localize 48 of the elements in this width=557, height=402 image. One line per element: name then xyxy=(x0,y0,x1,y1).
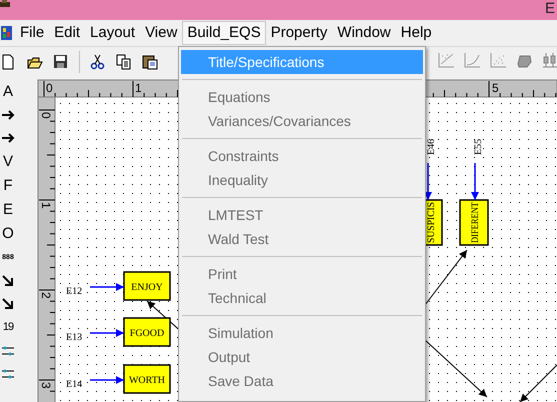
ruler-label: 2 xyxy=(39,292,53,299)
ruler-label: 3 xyxy=(39,382,53,389)
error-label: E13 xyxy=(66,332,82,343)
tool-button[interactable]: A xyxy=(2,80,13,103)
menu-item[interactable]: Layout xyxy=(85,21,140,45)
tool-button[interactable]: F xyxy=(3,174,13,197)
ruler-label: 5 xyxy=(492,81,499,95)
arrow-tool-icon[interactable] xyxy=(1,274,15,288)
menu-item[interactable]: Property xyxy=(266,21,332,45)
arrow-tool-icon[interactable] xyxy=(1,108,15,122)
app-icon xyxy=(0,0,10,8)
menu-item[interactable]: File xyxy=(15,21,50,45)
error-label: E12 xyxy=(66,286,82,297)
ruler-label: 0 xyxy=(39,112,53,119)
variable-box: ENJOY xyxy=(123,271,171,301)
window-title: E xyxy=(544,0,556,18)
clipboard-icon[interactable] xyxy=(142,54,158,70)
error-label: E46 xyxy=(426,138,437,155)
menu-item[interactable]: Edit xyxy=(49,21,86,45)
ruler-label: 1 xyxy=(39,202,53,209)
tool-button[interactable]: O xyxy=(2,222,14,245)
copy-icon[interactable] xyxy=(116,54,132,70)
error-arrow xyxy=(90,329,124,337)
path-arrow xyxy=(424,340,488,398)
menu-item[interactable]: Window xyxy=(332,21,396,45)
error-arrow xyxy=(90,376,124,384)
path-arrow xyxy=(520,364,557,402)
tool-button[interactable]: V xyxy=(2,150,13,173)
error-arrow xyxy=(90,283,124,291)
path-arrow xyxy=(424,250,468,306)
app-icon[interactable] xyxy=(1,26,12,40)
error-arrow xyxy=(471,163,479,200)
arrow-tool-icon[interactable] xyxy=(1,131,15,145)
menu-item[interactable]: View xyxy=(140,21,182,45)
menu-item[interactable]: Build_EQS xyxy=(182,21,266,45)
arrow-tool-icon[interactable] xyxy=(1,297,15,311)
menu-item[interactable]: Help xyxy=(396,21,437,45)
scissors-icon[interactable] xyxy=(90,54,106,70)
tool-button[interactable]: E xyxy=(2,198,13,221)
variable-box: FGOOD xyxy=(123,317,171,347)
error-arrow xyxy=(424,163,432,200)
variable-box: WORTH xyxy=(123,364,171,394)
error-label: E55 xyxy=(473,138,484,155)
ruler-label: 0 xyxy=(46,81,53,95)
error-label: E14 xyxy=(66,379,82,390)
tool-button[interactable]: 19 xyxy=(2,316,14,339)
ruler-label: 1 xyxy=(135,81,142,95)
bar-icon[interactable] xyxy=(542,52,557,68)
